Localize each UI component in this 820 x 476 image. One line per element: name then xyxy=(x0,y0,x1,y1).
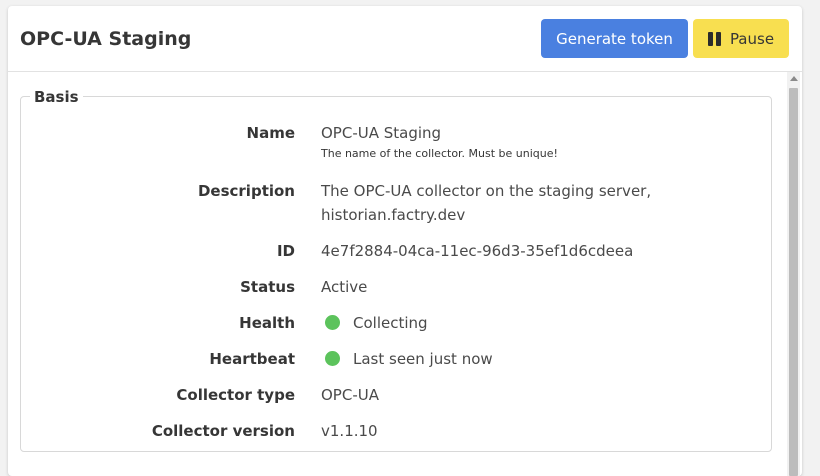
field-label: Collector version xyxy=(151,422,295,440)
heartbeat-value-wrap: Last seen just now xyxy=(321,347,741,371)
heartbeat-value: Last seen just now xyxy=(353,350,493,368)
collector-detail-panel: OPC-UA Staging Generate token Pause Basi… xyxy=(8,6,802,476)
field-value[interactable]: OPC-UA Staging The name of the collector… xyxy=(321,121,741,162)
pause-button[interactable]: Pause xyxy=(693,19,789,58)
health-value: Collecting xyxy=(353,314,428,332)
health-value-wrap: Collecting xyxy=(321,311,741,335)
field-label: Name xyxy=(246,124,295,142)
field-label: Collector type xyxy=(176,386,295,404)
field-label: Description xyxy=(197,182,295,200)
panel-header: OPC-UA Staging Generate token Pause xyxy=(8,6,802,72)
name-value[interactable]: OPC-UA Staging xyxy=(321,121,741,145)
generate-token-label: Generate token xyxy=(556,29,673,48)
field-label: Status xyxy=(240,278,295,296)
vertical-scrollbar[interactable] xyxy=(787,72,800,476)
pause-icon xyxy=(707,31,721,46)
collector-type-value: OPC-UA xyxy=(321,386,379,404)
scroll-up-arrow-icon[interactable] xyxy=(790,76,798,81)
basis-legend: Basis xyxy=(30,88,83,106)
status-value: Active xyxy=(321,278,368,296)
name-help-text: The name of the collector. Must be uniqu… xyxy=(321,147,558,160)
basis-fieldset: Basis Name OPC-UA Staging The name of th… xyxy=(20,88,772,452)
collector-version-value: v1.1.10 xyxy=(321,422,378,440)
status-dot-icon xyxy=(325,315,340,330)
panel-content: Basis Name OPC-UA Staging The name of th… xyxy=(8,72,802,476)
generate-token-button[interactable]: Generate token xyxy=(541,19,688,58)
description-value[interactable]: The OPC-UA collector on the staging serv… xyxy=(321,179,741,227)
field-label: Health xyxy=(239,314,295,332)
scroll-thumb[interactable] xyxy=(789,88,798,476)
pause-label: Pause xyxy=(729,29,775,48)
field-label: ID xyxy=(276,242,295,260)
page-title: OPC-UA Staging xyxy=(20,28,192,50)
id-value: 4e7f2884-04ca-11ec-96d3-35ef1d6cdeea xyxy=(321,242,634,260)
status-dot-icon xyxy=(325,351,340,366)
field-label: Heartbeat xyxy=(209,350,295,368)
